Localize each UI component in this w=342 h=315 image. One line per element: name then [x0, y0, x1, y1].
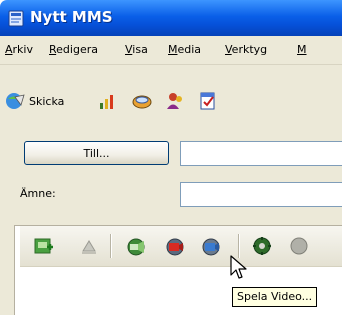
window-title: Nytt MMS [30, 8, 113, 26]
menu-media[interactable]: Media [168, 43, 201, 56]
menu-verktyg[interactable]: Verktyg [225, 43, 267, 56]
menu-more[interactable]: M [297, 43, 307, 56]
address-book-button[interactable] [165, 90, 185, 112]
media-toolbar [20, 226, 342, 267]
toolbar-separator [110, 234, 112, 258]
signal-button[interactable] [97, 90, 117, 112]
send-icon [6, 93, 25, 109]
send-label: Skicka [29, 94, 65, 108]
attach-icon [132, 95, 152, 109]
tooltip: Spela Video... [232, 287, 318, 307]
insert-image-icon[interactable] [33, 235, 55, 257]
send-button[interactable]: Skicka [4, 90, 64, 112]
mms-window: Nytt MMS Arkiv Redigera Visa Media Verkt… [0, 0, 342, 315]
signal-strength-icon [100, 95, 113, 109]
subject-label: Ämne: [20, 187, 56, 200]
record-video-icon[interactable] [164, 235, 186, 257]
play-sound-icon[interactable] [125, 235, 147, 257]
to-field[interactable] [180, 141, 342, 166]
spellcheck-icon [200, 92, 215, 110]
menu-visa[interactable]: Visa [125, 43, 148, 56]
subject-field[interactable] [180, 182, 342, 207]
play-video-icon[interactable] [200, 235, 222, 257]
main-toolbar: Skicka [0, 65, 342, 125]
address-book-icon [167, 93, 182, 109]
to-button[interactable]: Till... [24, 141, 169, 165]
disabled-slide-icon[interactable] [78, 235, 100, 257]
settings-icon[interactable] [251, 235, 273, 257]
spellcheck-button[interactable] [198, 90, 218, 112]
menu-bar: Arkiv Redigera Visa Media Verktyg M [0, 36, 342, 65]
extra-icon[interactable] [288, 235, 310, 257]
menu-arkiv[interactable]: Arkiv [5, 43, 33, 56]
attach-button[interactable] [131, 90, 153, 112]
menu-redigera[interactable]: Redigera [49, 43, 98, 56]
mms-envelope-icon [8, 10, 24, 27]
title-bar[interactable]: Nytt MMS [0, 0, 342, 36]
mouse-cursor-icon [230, 255, 247, 279]
